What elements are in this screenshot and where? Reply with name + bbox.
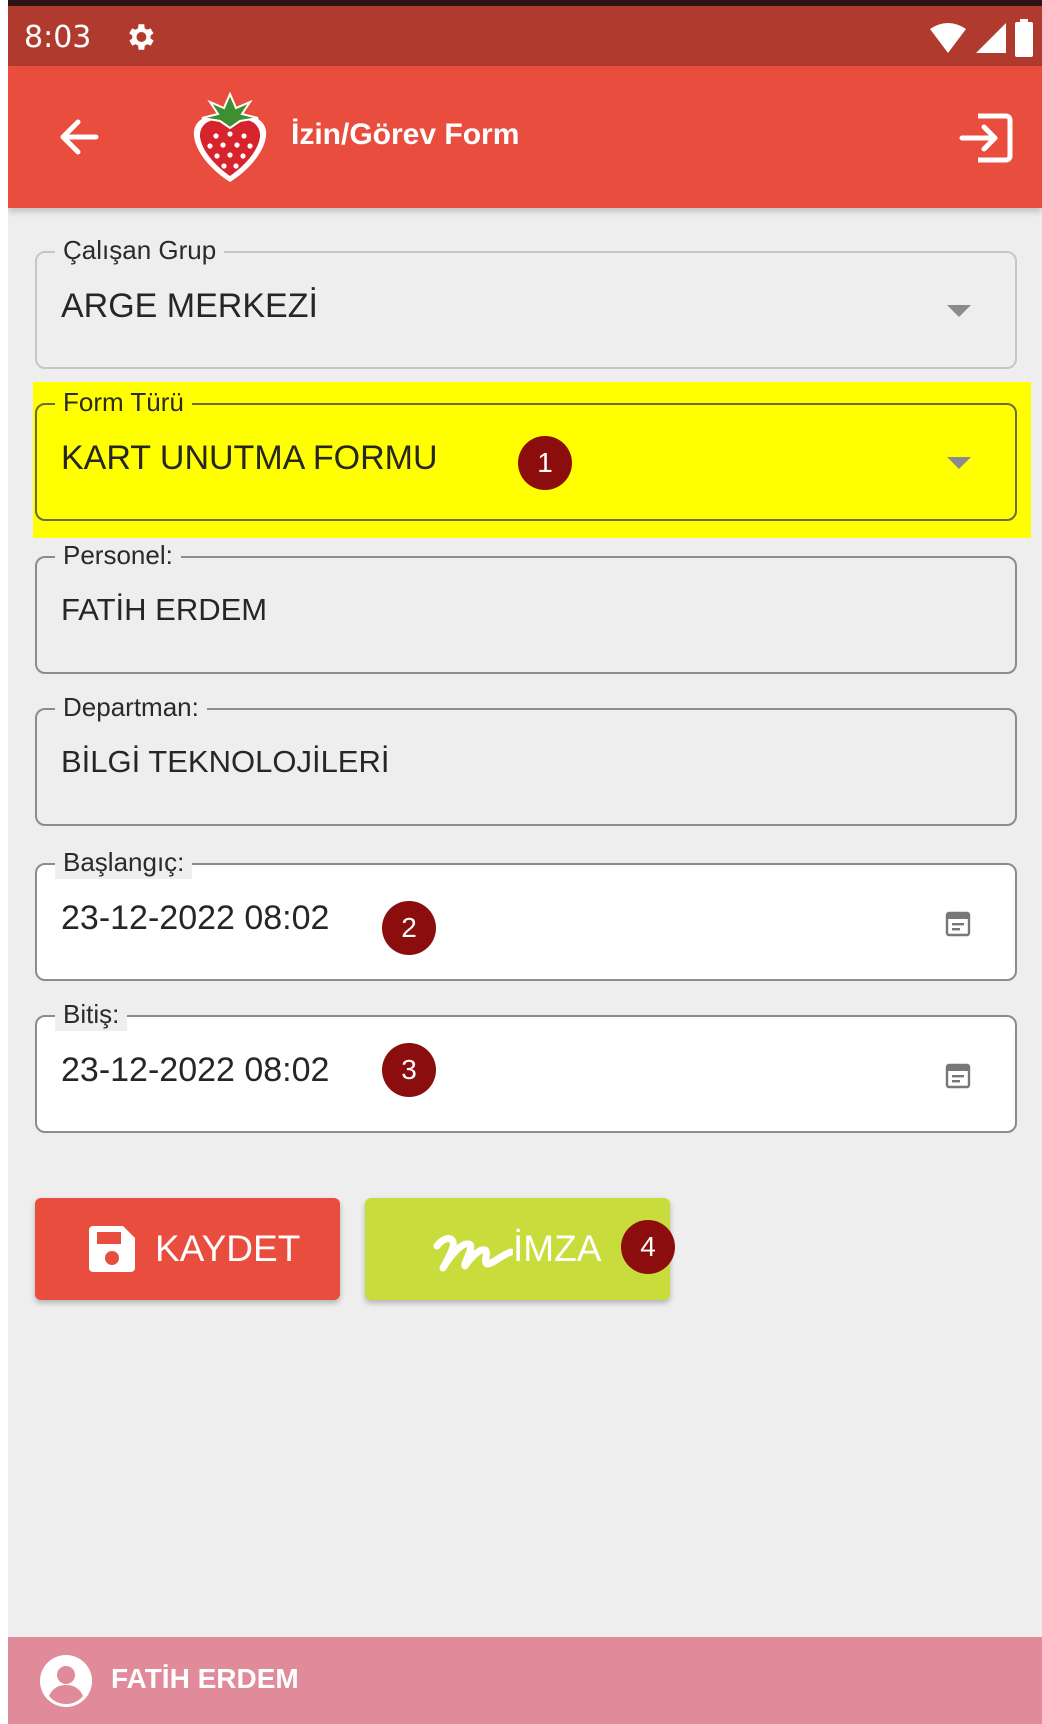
save-button-label: KAYDET	[155, 1228, 301, 1269]
logout-icon[interactable]	[958, 110, 1014, 166]
step-badge-1: 1	[518, 436, 572, 490]
department-field: Departman: BİLGİ TEKNOLOJİLERİ	[35, 690, 1017, 826]
personnel-field: Personel: FATİH ERDEM	[35, 538, 1017, 674]
step-badge-2: 2	[382, 901, 436, 955]
employee-group-select[interactable]: Çalışan Grup ARGE MERKEZİ	[35, 233, 1017, 369]
department-label: Departman:	[55, 690, 207, 724]
calendar-icon[interactable]	[945, 1061, 971, 1089]
cell-signal-icon	[976, 23, 1006, 53]
footer-user-name: FATİH ERDEM	[111, 1663, 299, 1694]
app-screen: 8:03 İzin/Görev Form Çalışan Grup ARGE M…	[8, 0, 1042, 1724]
status-time: 8:03	[24, 20, 92, 55]
step-badge-4: 4	[621, 1220, 675, 1274]
calendar-icon[interactable]	[945, 909, 971, 937]
save-button[interactable]: KAYDET	[35, 1198, 340, 1300]
start-value: 23-12-2022 08:02	[61, 899, 330, 937]
footer-user-bar: FATİH ERDEM	[8, 1637, 1042, 1724]
sign-button-label: İMZA	[513, 1228, 602, 1269]
battery-icon	[1015, 19, 1033, 57]
step-badge-3: 3	[382, 1043, 436, 1097]
settings-gear-icon	[129, 24, 154, 50]
end-datetime-input[interactable]: Bitiş: 23-12-2022 08:02 3	[35, 997, 1017, 1133]
sign-button[interactable]: İMZA 4	[365, 1198, 675, 1300]
form-type-label: Form Türü	[55, 385, 192, 419]
signature-icon	[433, 1235, 513, 1272]
personnel-label: Personel:	[55, 538, 181, 572]
wifi-icon	[930, 23, 966, 53]
start-datetime-input[interactable]: Başlangıç: 23-12-2022 08:02 2	[35, 845, 1017, 981]
form-type-value: KART UNUTMA FORMU	[61, 439, 438, 477]
department-value: BİLGİ TEKNOLOJİLERİ	[61, 744, 390, 779]
form-type-select[interactable]: Form Türü KART UNUTMA FORMU 1	[35, 385, 1017, 521]
dropdown-caret-icon	[947, 305, 971, 317]
start-label: Başlangıç:	[55, 845, 193, 879]
status-bar: 8:03	[8, 6, 1042, 66]
device-frame: 8:03 İzin/Görev Form Çalışan Grup ARGE M…	[0, 0, 1042, 1724]
employee-group-label: Çalışan Grup	[55, 233, 225, 267]
end-label: Bitiş:	[55, 997, 128, 1031]
personnel-value: FATİH ERDEM	[61, 592, 268, 627]
app-title: İzin/Görev Form	[291, 118, 520, 151]
status-icons	[928, 18, 1034, 58]
employee-group-value: ARGE MERKEZİ	[61, 287, 318, 325]
back-arrow-icon[interactable]	[54, 112, 104, 162]
user-avatar-icon	[40, 1655, 92, 1707]
save-floppy-icon	[89, 1226, 135, 1272]
dropdown-caret-icon	[947, 457, 971, 469]
app-bar: İzin/Görev Form	[8, 66, 1042, 208]
end-value: 23-12-2022 08:02	[61, 1051, 330, 1089]
strawberry-logo-icon	[193, 91, 267, 182]
